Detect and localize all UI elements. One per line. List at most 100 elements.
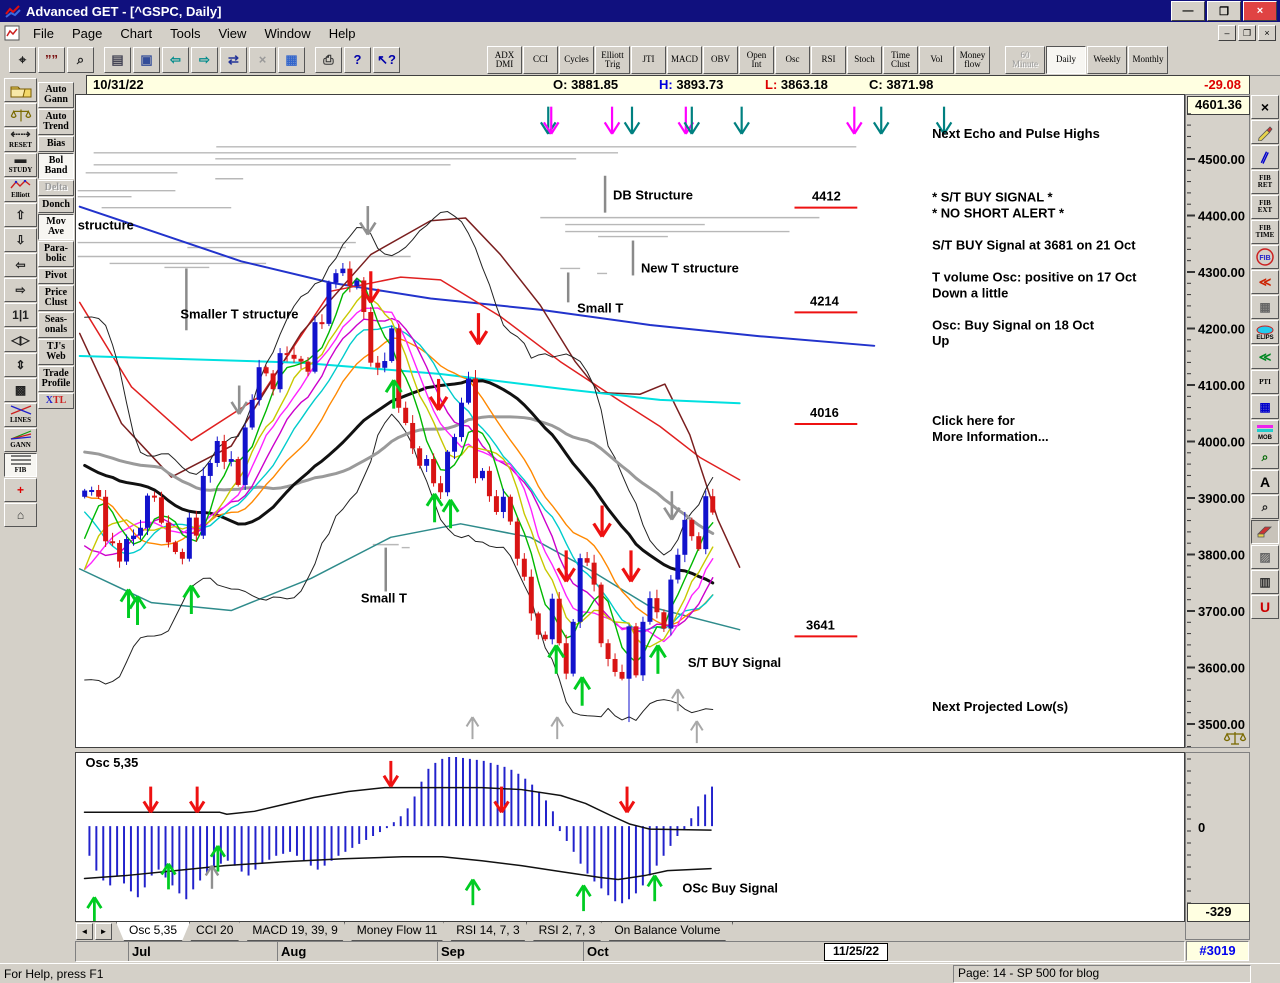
study-auto-gann-button[interactable]: AutoGann (38, 82, 74, 108)
crosshair-icon[interactable]: + (4, 478, 37, 502)
new-page-icon[interactable]: ▤ (104, 47, 131, 73)
menu-chart[interactable]: Chart (111, 24, 161, 43)
ellipse-tool-icon[interactable]: ELIPS (1251, 320, 1279, 344)
zoom-value-icon[interactable]: ⌕ (1251, 445, 1279, 469)
timeframe-weekly[interactable]: Weekly (1087, 46, 1127, 74)
tab-macd-19--39--9[interactable]: MACD 19, 39, 9 (239, 922, 350, 941)
study-mov-ave-button[interactable]: MovAve (38, 214, 74, 240)
study-price-clust-button[interactable]: PriceClust (38, 285, 74, 311)
page-forward-icon[interactable]: ⇨ (191, 47, 218, 73)
indicator-rsi[interactable]: RSI (811, 46, 846, 74)
pointer-tool-icon[interactable]: ⌖ (9, 47, 36, 73)
indicator-adx-dmi[interactable]: ADXDMI (487, 46, 522, 74)
expand-vertical-icon[interactable]: ⇕ (4, 353, 37, 377)
copy-pages-icon[interactable]: ▥ (1251, 570, 1279, 594)
indicator-money-flow[interactable]: Moneyflow (955, 46, 990, 74)
mdi-child-icon[interactable] (4, 25, 20, 41)
timeframe-daily[interactable]: Daily (1046, 46, 1086, 74)
study-para--bolic-button[interactable]: Para-bolic (38, 241, 74, 267)
cursor-date-box[interactable]: 11/25/22 (824, 943, 888, 961)
fib-time-icon[interactable]: FIBTIME (1251, 220, 1279, 244)
mdi-close-icon[interactable]: × (1258, 25, 1276, 41)
tile-windows-icon[interactable]: ▦ (278, 47, 305, 73)
menu-file[interactable]: File (24, 24, 63, 43)
study-bias-button[interactable]: Bias (38, 136, 74, 152)
tab-cci-20[interactable]: CCI 20 (183, 922, 246, 941)
study-pivot-button[interactable]: Pivot (38, 268, 74, 284)
study-xtl-button[interactable]: XTL (38, 393, 74, 409)
fib-tool-icon[interactable]: FIB (4, 453, 37, 477)
tab-rsi-14--7--3[interactable]: RSI 14, 7, 3 (443, 922, 532, 941)
timeframe-60-minute[interactable]: 60Minute (1005, 46, 1045, 74)
menu-view[interactable]: View (209, 24, 255, 43)
close-study-icon[interactable]: × (1251, 95, 1279, 119)
oscillator-panel[interactable]: Osc 5,35OSc Buy Signal (75, 752, 1185, 922)
page-back-icon[interactable]: ⇦ (162, 47, 189, 73)
save-icon[interactable]: ▣ (133, 47, 160, 73)
magnet-icon[interactable]: U (1251, 595, 1279, 619)
elliott-waves-icon[interactable]: Elliott (4, 178, 37, 202)
text-tool-icon[interactable]: A (1251, 470, 1279, 494)
scroll-right-icon[interactable]: ⇨ (4, 278, 37, 302)
more-information-link[interactable]: More Information... (932, 429, 1049, 444)
grid-tool-icon[interactable]: ▦ (1251, 295, 1279, 319)
indicator-elliott-trig[interactable]: ElliottTrig (595, 46, 630, 74)
menu-tools[interactable]: Tools (161, 24, 209, 43)
indicator-cycles[interactable]: Cycles (559, 46, 594, 74)
quotes-icon[interactable]: ”” (38, 47, 65, 73)
indicator-obv[interactable]: OBV (703, 46, 738, 74)
timeframe-monthly[interactable]: Monthly (1128, 46, 1168, 74)
mdi-minimize-icon[interactable]: – (1218, 25, 1236, 41)
study-tj-s-web-button[interactable]: TJ'sWeb (38, 339, 74, 365)
reset-icon[interactable]: ⇠⇢RESET (4, 128, 37, 152)
fan-lines-icon[interactable]: ≪ (1251, 270, 1279, 294)
mdi-restore-icon[interactable]: ❐ (1238, 25, 1256, 41)
zoom-tool-icon[interactable]: ⌕ (67, 47, 94, 73)
scroll-down-icon[interactable]: ⇩ (4, 228, 37, 252)
indicator-vol[interactable]: Vol (919, 46, 954, 74)
indicator-stoch[interactable]: Stoch (847, 46, 882, 74)
indicator-cci[interactable]: CCI (523, 46, 558, 74)
lines-tool-icon[interactable]: LINES (4, 403, 37, 427)
indicator-time-clust[interactable]: TimeClust (883, 46, 918, 74)
menu-page[interactable]: Page (63, 24, 111, 43)
scroll-up-icon[interactable]: ⇧ (4, 203, 37, 227)
scales-icon[interactable] (1223, 731, 1247, 745)
angle-lines-icon[interactable]: ≪ (1251, 345, 1279, 369)
main-chart[interactable]: structureSmaller T structureDB Structure… (75, 94, 1185, 748)
context-help-icon[interactable]: ↖? (373, 47, 400, 73)
minimize-button[interactable]: — (1171, 1, 1205, 21)
indicator-jti[interactable]: JTI (631, 46, 666, 74)
indicator-macd[interactable]: MACD (667, 46, 702, 74)
restore-button[interactable]: ❐ (1207, 1, 1241, 21)
more-information-link[interactable]: Click here for (932, 413, 1015, 428)
gann-tool-icon[interactable]: GANN (4, 428, 37, 452)
study-seas--onals-button[interactable]: Seas-onals (38, 312, 74, 338)
scroll-left-icon[interactable]: ⇦ (4, 253, 37, 277)
eraser-icon[interactable] (1251, 520, 1279, 544)
study-delta-button[interactable]: Delta (38, 180, 74, 196)
study-tool-icon[interactable]: ▬STUDY (4, 153, 37, 177)
print-icon[interactable]: ⎙ (315, 47, 342, 73)
pattern-fill-icon[interactable]: ▩ (4, 378, 37, 402)
flip-page-icon[interactable]: ⇄ (220, 47, 247, 73)
snapshot-icon[interactable]: ⌂ (4, 503, 37, 527)
fib-retracement-icon[interactable]: FIBRET (1251, 170, 1279, 194)
tab-rsi-2--7--3[interactable]: RSI 2, 7, 3 (526, 922, 609, 941)
study-bol-band-button[interactable]: BolBand (38, 153, 74, 179)
pencil-tool-icon[interactable] (1251, 120, 1279, 144)
study-auto-trend-button[interactable]: AutoTrend (38, 109, 74, 135)
indicator-osc[interactable]: Osc (775, 46, 810, 74)
menu-window[interactable]: Window (255, 24, 319, 43)
tab-money-flow-11[interactable]: Money Flow 11 (344, 922, 450, 941)
indicator-open-int[interactable]: OpenInt (739, 46, 774, 74)
fib-extension-icon[interactable]: FIBEXT (1251, 195, 1279, 219)
study-trade-profile-button[interactable]: TradeProfile (38, 366, 74, 392)
delete-page-disabled-icon[interactable]: × (249, 47, 276, 73)
table-tool-icon[interactable]: ▦ (1251, 395, 1279, 419)
study-donch-button[interactable]: Donch (38, 197, 74, 213)
close-button[interactable]: × (1243, 1, 1277, 21)
tab-scroll-left-icon[interactable]: ◄ (76, 923, 93, 940)
open-chart-icon[interactable] (4, 78, 37, 102)
fib-circle-icon[interactable]: FIB (1251, 245, 1279, 269)
